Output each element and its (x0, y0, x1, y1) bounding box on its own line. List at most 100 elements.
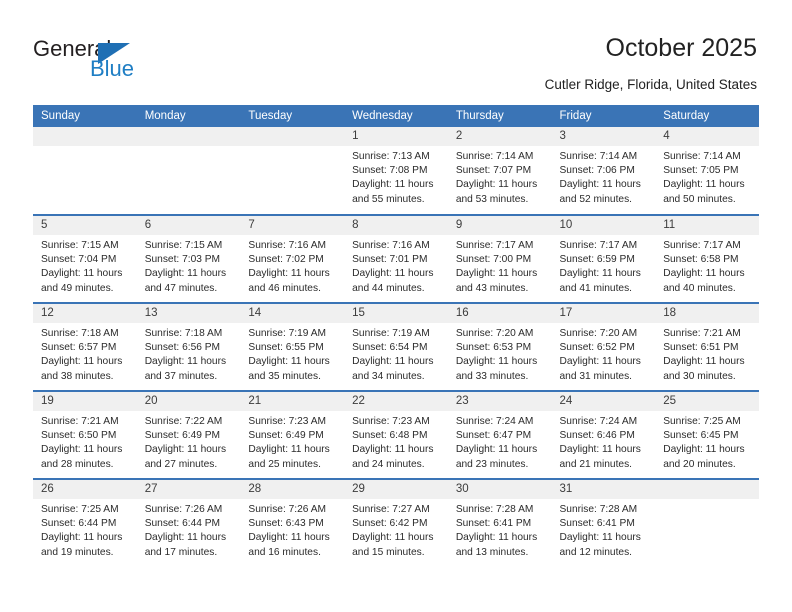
sunset-time: Sunset: 7:05 PM (663, 165, 739, 177)
calendar-day-cell[interactable]: 26 Sunrise: 7:25 AM Sunset: 6:44 PM Dayligh… (33, 478, 137, 567)
calendar-day-cell[interactable]: 29 Sunrise: 7:27 AM Sunset: 6:42 PM Dayligh… (344, 478, 448, 567)
day-sun-info: Sunrise: 7:19 AM Sunset: 6:54 PM Daylight:… (344, 323, 448, 384)
sunrise-time: Sunrise: 7:14 AM (559, 151, 638, 162)
day-number: 11 (655, 216, 759, 235)
daylight-duration-line1: Daylight: 11 hours (248, 444, 330, 456)
weekday-header-thursday: Thursday (447, 105, 552, 127)
page-subtitle-location: Cutler Ridge, Florida, United States (544, 77, 757, 92)
day-sun-info: Sunrise: 7:21 AM Sunset: 6:51 PM Daylight:… (655, 323, 759, 384)
calendar-day-cell[interactable]: 12 Sunrise: 7:18 AM Sunset: 6:57 PM Dayligh… (33, 302, 137, 391)
calendar-day-cell[interactable]: 11 Sunrise: 7:17 AM Sunset: 6:58 PM Dayligh… (655, 214, 759, 303)
daylight-duration-line2: and 46 minutes. (248, 282, 321, 294)
daylight-duration-line1: Daylight: 11 hours (352, 532, 434, 544)
general-blue-logo: General Blue (33, 36, 243, 84)
day-number: 16 (447, 304, 552, 323)
daylight-duration-line2: and 27 minutes. (144, 458, 218, 470)
sunset-time: Sunset: 6:43 PM (248, 518, 324, 530)
calendar-day-cell[interactable]: 24 Sunrise: 7:24 AM Sunset: 6:46 PM Dayligh… (551, 390, 656, 479)
day-number: 23 (447, 392, 552, 411)
daylight-duration-line1: Daylight: 11 hours (41, 444, 123, 456)
calendar-day-cell[interactable]: 23 Sunrise: 7:24 AM Sunset: 6:47 PM Dayligh… (447, 390, 552, 479)
daylight-duration-line2: and 25 minutes. (248, 458, 321, 470)
daylight-duration-line1: Daylight: 11 hours (663, 356, 745, 368)
sunrise-time: Sunrise: 7:17 AM (455, 240, 534, 251)
day-sun-info: Sunrise: 7:14 AM Sunset: 7:07 PM Daylight:… (448, 146, 552, 207)
daylight-duration-line1: Daylight: 11 hours (559, 179, 641, 191)
sunrise-time: Sunrise: 7:18 AM (144, 328, 223, 339)
daylight-duration-line2: and 28 minutes. (41, 458, 114, 470)
daylight-duration-line2: and 19 minutes. (41, 546, 114, 558)
day-number (33, 127, 137, 146)
sunrise-time: Sunrise: 7:24 AM (559, 416, 638, 427)
calendar-day-cell[interactable]: 1 Sunrise: 7:13 AM Sunset: 7:08 PM Daylight… (344, 127, 448, 215)
daylight-duration-line1: Daylight: 11 hours (41, 268, 123, 280)
daylight-duration-line1: Daylight: 11 hours (144, 444, 227, 456)
sunrise-time: Sunrise: 7:26 AM (248, 504, 326, 515)
sunrise-time: Sunrise: 7:28 AM (559, 504, 638, 515)
calendar-day-cell[interactable]: 2 Sunrise: 7:14 AM Sunset: 7:07 PM Daylight… (447, 127, 552, 215)
calendar-day-cell[interactable]: 18 Sunrise: 7:21 AM Sunset: 6:51 PM Dayligh… (655, 302, 759, 391)
calendar-day-cell[interactable]: 19 Sunrise: 7:21 AM Sunset: 6:50 PM Dayligh… (33, 390, 137, 479)
day-sun-info: Sunrise: 7:18 AM Sunset: 6:56 PM Daylight:… (137, 323, 241, 384)
daylight-duration-line2: and 23 minutes. (455, 458, 529, 470)
sunset-time: Sunset: 7:01 PM (352, 254, 428, 266)
sunset-time: Sunset: 6:42 PM (352, 518, 428, 530)
day-number: 30 (447, 480, 552, 499)
day-number: 2 (447, 127, 552, 146)
calendar-day-cell[interactable]: 13 Sunrise: 7:18 AM Sunset: 6:56 PM Dayligh… (136, 302, 241, 391)
daylight-duration-line1: Daylight: 11 hours (663, 444, 745, 456)
sunset-time: Sunset: 7:03 PM (144, 254, 221, 266)
day-sun-info: Sunrise: 7:15 AM Sunset: 7:03 PM Daylight:… (137, 235, 241, 296)
calendar-day-cell[interactable]: 6 Sunrise: 7:15 AM Sunset: 7:03 PM Daylight… (136, 214, 241, 303)
calendar-day-cell[interactable]: 17 Sunrise: 7:20 AM Sunset: 6:52 PM Dayligh… (551, 302, 656, 391)
day-number: 17 (551, 304, 656, 323)
calendar-day-cell[interactable]: 30 Sunrise: 7:28 AM Sunset: 6:41 PM Dayligh… (447, 478, 552, 567)
calendar-week-row: 26 Sunrise: 7:25 AM Sunset: 6:44 PM Dayligh… (33, 478, 759, 567)
daylight-duration-line1: Daylight: 11 hours (663, 268, 745, 280)
calendar-week-row: 5 Sunrise: 7:15 AM Sunset: 7:04 PM Daylight… (33, 214, 759, 303)
calendar-day-cell[interactable]: 27 Sunrise: 7:26 AM Sunset: 6:44 PM Dayligh… (136, 478, 241, 567)
day-sun-info: Sunrise: 7:25 AM Sunset: 6:45 PM Daylight:… (655, 411, 759, 472)
daylight-duration-line2: and 31 minutes. (559, 370, 633, 382)
sunset-time: Sunset: 6:46 PM (559, 430, 635, 442)
sunset-time: Sunset: 6:41 PM (455, 518, 532, 530)
daylight-duration-line1: Daylight: 11 hours (455, 268, 538, 280)
calendar-day-cell[interactable]: 7 Sunrise: 7:16 AM Sunset: 7:02 PM Daylight… (240, 214, 345, 303)
sunset-time: Sunset: 6:49 PM (144, 430, 221, 442)
calendar-day-cell[interactable]: 25 Sunrise: 7:25 AM Sunset: 6:45 PM Dayligh… (655, 390, 759, 479)
calendar-day-cell[interactable]: 20 Sunrise: 7:22 AM Sunset: 6:49 PM Dayligh… (136, 390, 241, 479)
calendar-day-cell[interactable]: 4 Sunrise: 7:14 AM Sunset: 7:05 PM Daylight… (655, 127, 759, 215)
calendar-day-cell[interactable]: 21 Sunrise: 7:23 AM Sunset: 6:49 PM Dayligh… (240, 390, 345, 479)
daylight-duration-line2: and 47 minutes. (144, 282, 218, 294)
calendar-day-cell[interactable]: 28 Sunrise: 7:26 AM Sunset: 6:43 PM Dayligh… (240, 478, 345, 567)
calendar-day-cell[interactable]: 14 Sunrise: 7:19 AM Sunset: 6:55 PM Dayligh… (240, 302, 345, 391)
sunrise-time: Sunrise: 7:25 AM (663, 416, 741, 427)
daylight-duration-line2: and 16 minutes. (248, 546, 321, 558)
calendar-day-cell[interactable]: 5 Sunrise: 7:15 AM Sunset: 7:04 PM Daylight… (33, 214, 137, 303)
day-sun-info: Sunrise: 7:26 AM Sunset: 6:44 PM Daylight:… (137, 499, 241, 560)
calendar-day-cell[interactable]: 9 Sunrise: 7:17 AM Sunset: 7:00 PM Daylight… (447, 214, 552, 303)
daylight-duration-line2: and 21 minutes. (559, 458, 633, 470)
day-number: 10 (551, 216, 656, 235)
calendar-day-cell[interactable]: 8 Sunrise: 7:16 AM Sunset: 7:01 PM Daylight… (344, 214, 448, 303)
day-sun-info: Sunrise: 7:20 AM Sunset: 6:52 PM Daylight:… (552, 323, 656, 384)
daylight-duration-line2: and 41 minutes. (559, 282, 633, 294)
sunset-time: Sunset: 6:48 PM (352, 430, 428, 442)
daylight-duration-line2: and 35 minutes. (248, 370, 321, 382)
calendar-day-cell[interactable]: 10 Sunrise: 7:17 AM Sunset: 6:59 PM Dayligh… (551, 214, 656, 303)
day-number (240, 127, 345, 146)
daylight-duration-line1: Daylight: 11 hours (352, 444, 434, 456)
sunset-time: Sunset: 6:54 PM (352, 342, 428, 354)
calendar-day-cell[interactable]: 15 Sunrise: 7:19 AM Sunset: 6:54 PM Dayligh… (344, 302, 448, 391)
calendar-day-cell[interactable]: 16 Sunrise: 7:20 AM Sunset: 6:53 PM Dayligh… (447, 302, 552, 391)
day-number: 28 (240, 480, 345, 499)
daylight-duration-line2: and 43 minutes. (455, 282, 529, 294)
day-sun-info: Sunrise: 7:18 AM Sunset: 6:57 PM Daylight:… (33, 323, 137, 384)
day-sun-info: Sunrise: 7:24 AM Sunset: 6:47 PM Daylight:… (448, 411, 552, 472)
sunrise-time: Sunrise: 7:18 AM (41, 328, 119, 339)
page-header: General Blue October 2025 Cutler Ridge, … (0, 0, 792, 104)
calendar-day-cell[interactable]: 22 Sunrise: 7:23 AM Sunset: 6:48 PM Dayligh… (344, 390, 448, 479)
calendar-day-cell[interactable]: 3 Sunrise: 7:14 AM Sunset: 7:06 PM Daylight… (551, 127, 656, 215)
sunset-time: Sunset: 6:49 PM (248, 430, 324, 442)
calendar-day-cell[interactable]: 31 Sunrise: 7:28 AM Sunset: 6:41 PM Dayligh… (551, 478, 656, 567)
